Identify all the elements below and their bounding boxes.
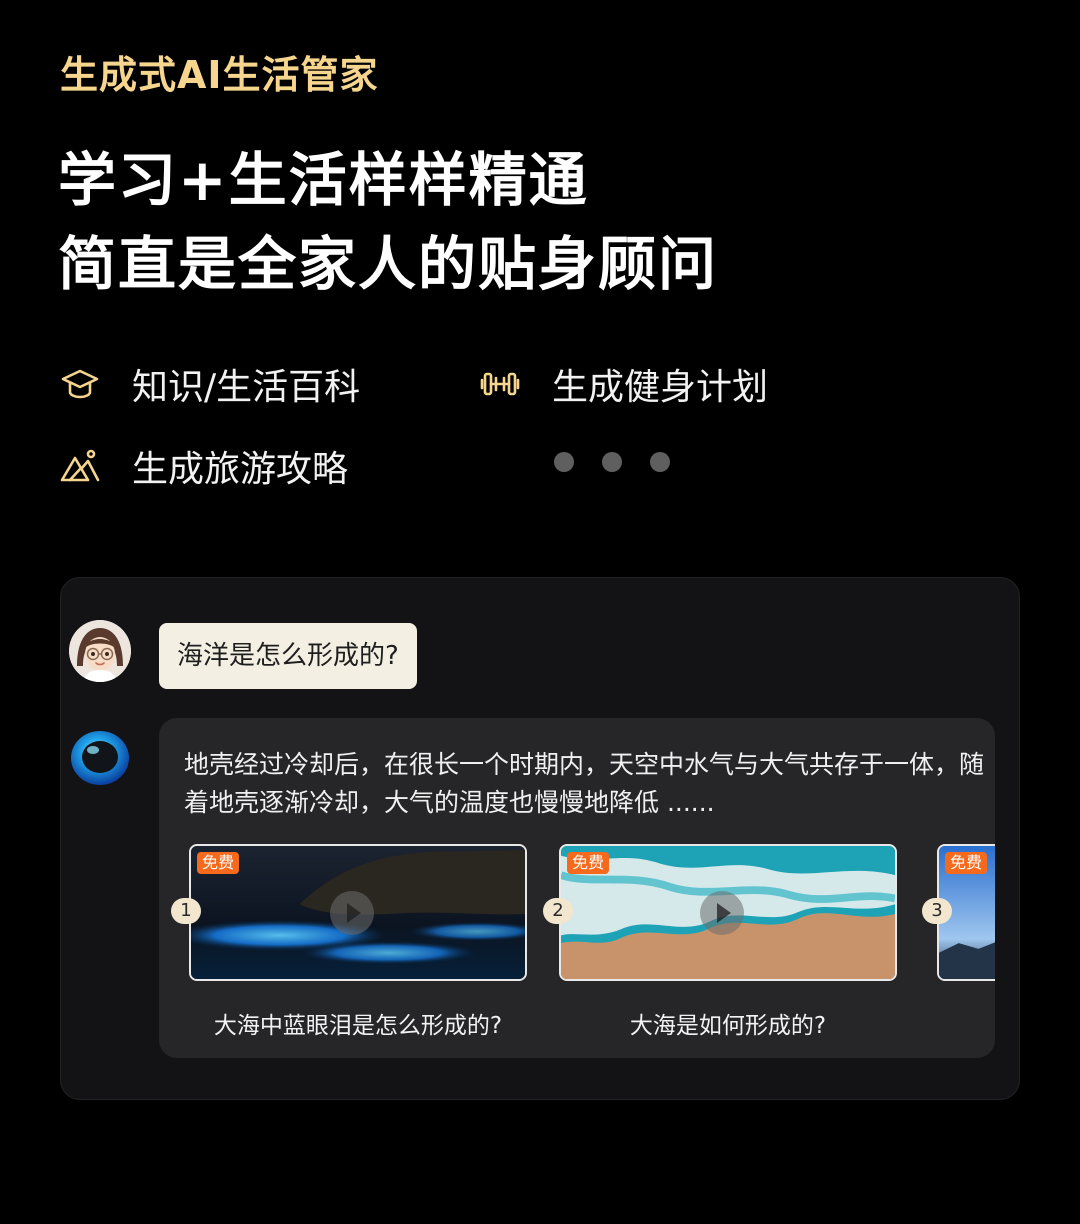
assistant-message-text: 地壳经过冷却后，在很长一个时期内，天空中水气与大气共存于一体，随着地壳逐渐冷却，…	[184, 750, 985, 817]
feature-fitness: 生成健身计划	[480, 358, 768, 410]
mountain-icon	[60, 446, 100, 486]
video-thumbnail[interactable]: 免费	[189, 844, 527, 981]
video-thumbnail[interactable]: 免费	[559, 844, 897, 981]
assistant-avatar	[69, 726, 131, 788]
video-caption: 大海中蓝眼泪是怎么形成的?	[213, 1013, 503, 1039]
play-button[interactable]	[330, 891, 374, 935]
eyebrow-title: 生成式AI生活管家	[60, 53, 379, 97]
free-badge: 免费	[567, 852, 610, 874]
video-caption: 大海是如何形成的?	[629, 1013, 827, 1039]
assistant-message-bubble: 地壳经过冷却后，在很长一个时期内，天空中水气与大气共存于一体，随着地壳逐渐冷却，…	[159, 718, 995, 1058]
dumbbell-icon	[480, 364, 520, 404]
graduation-cap-icon	[60, 364, 100, 404]
user-message-bubble: 海洋是怎么形成的?	[159, 623, 417, 689]
feature-travel: 生成旅游攻略	[60, 440, 348, 492]
video-number-badge: 1	[171, 898, 201, 924]
user-avatar	[69, 620, 131, 682]
headline: 学习+生活样样精通 简直是全家人的贴身顾问	[58, 138, 718, 306]
feature-label: 生成健身计划	[552, 367, 769, 408]
feature-label: 生成旅游攻略	[132, 449, 349, 490]
free-badge: 免费	[197, 852, 240, 874]
video-number-badge: 3	[922, 898, 952, 924]
free-badge: 免费	[945, 852, 988, 874]
headline-line-2: 简直是全家人的贴身顾问	[58, 230, 719, 298]
feature-knowledge: 知识/生活百科	[60, 358, 360, 410]
video-number-badge: 2	[543, 898, 573, 924]
play-button[interactable]	[700, 891, 744, 935]
video-carousel[interactable]: 免费 大海中蓝眼泪是怎么形成的? 免费 大海是如何形成的? 免费 1 2 3	[171, 844, 995, 1044]
headline-line-1: 学习+生活样样精通	[58, 146, 589, 214]
chat-card: 海洋是怎么形成的? 地壳经过冷却后，在很长一个时期内，天空中水气与大气共存于一体…	[60, 577, 1020, 1100]
dot	[650, 452, 670, 472]
dot	[602, 452, 622, 472]
dot	[554, 452, 574, 472]
feature-label: 知识/生活百科	[132, 367, 361, 408]
more-dots	[554, 452, 670, 472]
